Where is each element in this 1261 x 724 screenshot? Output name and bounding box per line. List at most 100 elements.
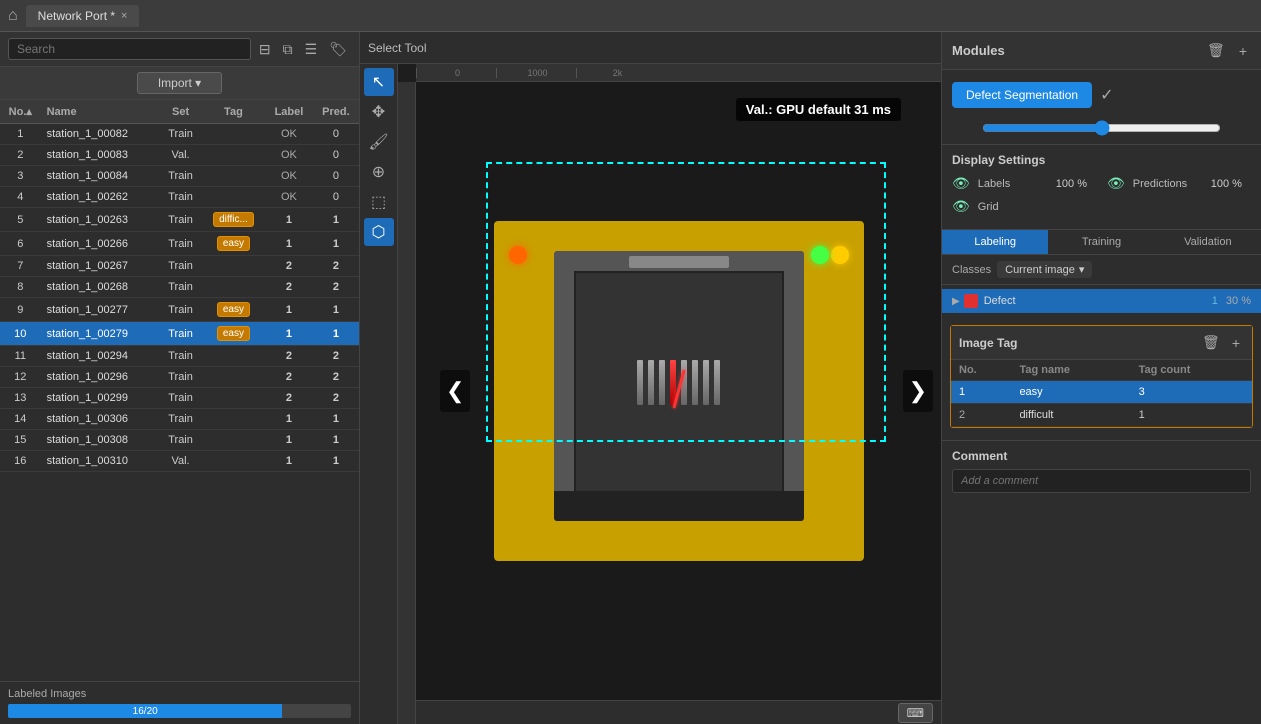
- table-body: 1station_1_00082TrainOK02station_1_00083…: [0, 124, 359, 472]
- defect-segmentation-button[interactable]: Defect Segmentation: [952, 82, 1092, 108]
- tab-labeling[interactable]: Labeling: [942, 230, 1048, 254]
- import-bar: Import ▾: [0, 67, 359, 100]
- tag-col-name: Tag name: [1011, 360, 1130, 381]
- tab-validation[interactable]: Validation: [1155, 230, 1261, 254]
- polygon-tool-button[interactable]: ⬡: [364, 218, 394, 246]
- module-slider[interactable]: [982, 120, 1221, 136]
- labels-eye-icon[interactable]: 👁: [952, 175, 970, 192]
- tab-training[interactable]: Training: [1048, 230, 1154, 254]
- tag-view-button[interactable]: 🏷: [325, 39, 351, 60]
- tag-table-body: 1easy32difficult1: [951, 381, 1252, 427]
- ruler-tick-0: 0: [416, 68, 496, 78]
- led-left: [509, 246, 527, 264]
- check-icon[interactable]: ✓: [1100, 85, 1113, 105]
- image-tag-actions: 🗑 +: [1198, 332, 1244, 353]
- image-tag-header: Image Tag 🗑 +: [951, 326, 1252, 360]
- table-row[interactable]: 14station_1_00306Train11: [0, 409, 359, 430]
- comment-section: Comment: [942, 440, 1261, 501]
- brush-tool-button[interactable]: 🖌: [364, 128, 394, 156]
- image-tag-section: Image Tag 🗑 + No. Tag name Tag count 1ea…: [950, 325, 1253, 428]
- table-row[interactable]: 10station_1_00279Traineasy11: [0, 322, 359, 346]
- predictions-pct: 100 %: [1211, 178, 1242, 190]
- grid-label: Grid: [978, 201, 1048, 213]
- canvas-area: 0 1000 2k: [398, 64, 941, 724]
- class-pct-defect: 30 %: [1226, 295, 1251, 307]
- port-top-detail: [629, 256, 729, 268]
- filter-button[interactable]: ⧉: [279, 39, 297, 60]
- class-item-defect[interactable]: ▶ Defect 1 30 %: [942, 289, 1261, 313]
- table-row[interactable]: 16station_1_00310Val.11: [0, 451, 359, 472]
- predictions-eye-icon[interactable]: 👁: [1107, 175, 1125, 192]
- tag-table-row[interactable]: 2difficult1: [951, 404, 1252, 427]
- pin-7: [703, 360, 709, 405]
- tools-sidebar: ↖ ✥ 🖌 ⊕ ⬚ ⬡: [360, 64, 398, 724]
- col-name: Name: [41, 100, 160, 124]
- modules-header: Modules 🗑 +: [942, 32, 1261, 70]
- classes-row: Classes Current image ▾: [942, 255, 1261, 285]
- current-image-label: Current image: [1005, 264, 1075, 276]
- progress-label: 16/20: [133, 706, 158, 717]
- port-inner: [554, 251, 804, 521]
- class-color-defect: [964, 294, 978, 308]
- col-pred: Pred.: [313, 100, 359, 124]
- table-row[interactable]: 5station_1_00263Traindiffic...11: [0, 208, 359, 232]
- class-name-defect: Defect: [984, 295, 1212, 307]
- move-tool-button[interactable]: ✥: [364, 98, 394, 126]
- table-row[interactable]: 3station_1_00084TrainOK0: [0, 166, 359, 187]
- home-icon[interactable]: ⌂: [8, 7, 18, 25]
- labels-pct: 100 %: [1056, 178, 1087, 190]
- ruler-tick-1000: 1000: [496, 68, 576, 78]
- table-row[interactable]: 12station_1_00296Train22: [0, 367, 359, 388]
- pin-3: [659, 360, 665, 405]
- class-count-defect: 1: [1212, 295, 1218, 307]
- col-tag: Tag: [202, 100, 265, 124]
- comment-title: Comment: [952, 449, 1251, 463]
- table-row[interactable]: 4station_1_00262TrainOK0: [0, 187, 359, 208]
- select-tool-button[interactable]: ↖: [364, 68, 394, 96]
- val-overlay: Val.: GPU default 31 ms: [736, 98, 901, 121]
- nav-prev-button[interactable]: ❮: [440, 370, 470, 412]
- tag-table-header: No. Tag name Tag count: [951, 360, 1252, 381]
- thumbnail-view-button[interactable]: ⊟: [255, 39, 275, 60]
- col-set: Set: [159, 100, 201, 124]
- modules-delete-button[interactable]: 🗑: [1203, 40, 1229, 61]
- toolbar-label: Select Tool: [368, 41, 426, 55]
- list-view-button[interactable]: ☰: [301, 39, 322, 60]
- image-tag-delete-button[interactable]: 🗑: [1198, 332, 1224, 353]
- grid-eye-icon[interactable]: 👁: [952, 198, 970, 215]
- grid-display-row: 👁 Grid: [952, 198, 1251, 215]
- pin-2: [648, 360, 654, 405]
- ruler-tick-2k: 2k: [576, 68, 656, 78]
- search-input[interactable]: [8, 38, 251, 60]
- image-container[interactable]: Val.: GPU default 31 ms ❮ ❯: [416, 82, 941, 700]
- close-icon[interactable]: ×: [121, 10, 127, 22]
- table-row[interactable]: 11station_1_00294Train22: [0, 346, 359, 367]
- modules-add-button[interactable]: +: [1235, 40, 1251, 61]
- table-row[interactable]: 9station_1_00277Traineasy11: [0, 298, 359, 322]
- classes-label: Classes: [952, 264, 991, 276]
- classes-dropdown[interactable]: Current image ▾: [997, 261, 1092, 278]
- table-row[interactable]: 6station_1_00266Traineasy11: [0, 232, 359, 256]
- topbar: ⌂ Network Port * ×: [0, 0, 1261, 32]
- rect-tool-button[interactable]: ⬚: [364, 188, 394, 216]
- modules-actions: 🗑 +: [1203, 40, 1251, 61]
- table-row[interactable]: 13station_1_00299Train22: [0, 388, 359, 409]
- table-row[interactable]: 7station_1_00267Train22: [0, 256, 359, 277]
- crosshair-tool-button[interactable]: ⊕: [364, 158, 394, 186]
- import-button[interactable]: Import ▾: [137, 72, 222, 94]
- nav-next-button[interactable]: ❯: [903, 370, 933, 412]
- comment-input[interactable]: [952, 469, 1251, 493]
- table-row[interactable]: 15station_1_00308Train11: [0, 430, 359, 451]
- class-expand-icon[interactable]: ▶: [952, 296, 960, 307]
- led-right-yellow: [831, 246, 849, 264]
- image-tag-add-button[interactable]: +: [1228, 332, 1244, 353]
- table-row[interactable]: 1station_1_00082TrainOK0: [0, 124, 359, 145]
- port-image: [494, 221, 864, 561]
- table-row[interactable]: 2station_1_00083Val.OK0: [0, 145, 359, 166]
- port-bottom: [554, 491, 804, 521]
- modules-title: Modules: [952, 43, 1005, 58]
- bottom-bar: ⌨: [416, 700, 941, 724]
- tag-table-row[interactable]: 1easy3: [951, 381, 1252, 404]
- table-row[interactable]: 8station_1_00268Train22: [0, 277, 359, 298]
- keyboard-shortcut-button[interactable]: ⌨: [898, 703, 933, 723]
